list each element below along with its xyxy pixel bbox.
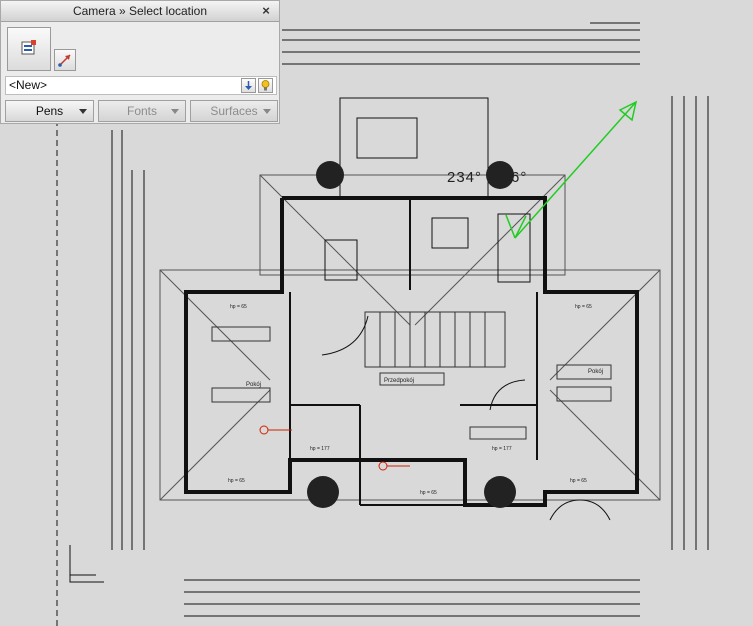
- top-dimension-lines: [282, 22, 640, 65]
- fonts-dropdown[interactable]: Fonts: [98, 100, 186, 122]
- chevron-down-icon: [171, 109, 179, 114]
- svg-text:hp = 65: hp = 65: [420, 490, 437, 496]
- svg-text:hp = 65: hp = 65: [230, 304, 247, 310]
- location-down-button[interactable]: [241, 78, 256, 93]
- location-highlight-button[interactable]: [258, 78, 273, 93]
- bulb-icon: [261, 80, 270, 91]
- bottom-dimension-lines: [184, 579, 640, 617]
- pick-arrow-icon: [58, 54, 71, 67]
- room-label-hall: Przedpokój: [384, 378, 414, 384]
- panel-title-bar[interactable]: Camera » Select location ×: [1, 1, 279, 22]
- staircase: [364, 311, 506, 368]
- camera-settings-icon: [21, 40, 36, 55]
- close-button[interactable]: ×: [259, 1, 273, 21]
- left-dimension-lines: [56, 60, 145, 626]
- section-markers: [259, 425, 410, 471]
- camera-angle-readout: 234° 26.6°: [447, 169, 527, 186]
- arrow-down-icon: [245, 81, 252, 90]
- exterior-walls: [184, 196, 639, 507]
- terrace: [324, 97, 531, 283]
- svg-text:hp = 65: hp = 65: [228, 478, 245, 484]
- room-label-right: Pokój: [588, 369, 603, 375]
- fonts-dropdown-label: Fonts: [126, 104, 157, 118]
- panel-title: Camera » Select location: [72, 4, 208, 18]
- surfaces-dropdown-label: Surfaces: [210, 104, 258, 118]
- location-value: <New>: [9, 78, 48, 92]
- chevron-down-icon: [79, 109, 87, 114]
- room-label-left: Pokój: [246, 382, 261, 388]
- axis-icon: [69, 545, 104, 583]
- svg-text:hp = 65: hp = 65: [570, 478, 587, 484]
- right-dimension-lines: [671, 96, 709, 550]
- chevron-down-icon: [263, 109, 271, 114]
- pens-dropdown[interactable]: Pens: [5, 100, 94, 122]
- place-camera-button[interactable]: [7, 27, 51, 71]
- location-select[interactable]: <New>: [5, 76, 277, 95]
- pick-location-button[interactable]: [54, 49, 76, 71]
- svg-text:hp = 177: hp = 177: [492, 446, 512, 452]
- surfaces-dropdown[interactable]: Surfaces: [190, 100, 278, 122]
- camera-panel: Camera » Select location × <New> Pens Fo…: [0, 0, 280, 124]
- svg-text:hp = 177: hp = 177: [310, 446, 330, 452]
- svg-text:hp = 65: hp = 65: [575, 304, 592, 310]
- pens-dropdown-label: Pens: [35, 104, 64, 118]
